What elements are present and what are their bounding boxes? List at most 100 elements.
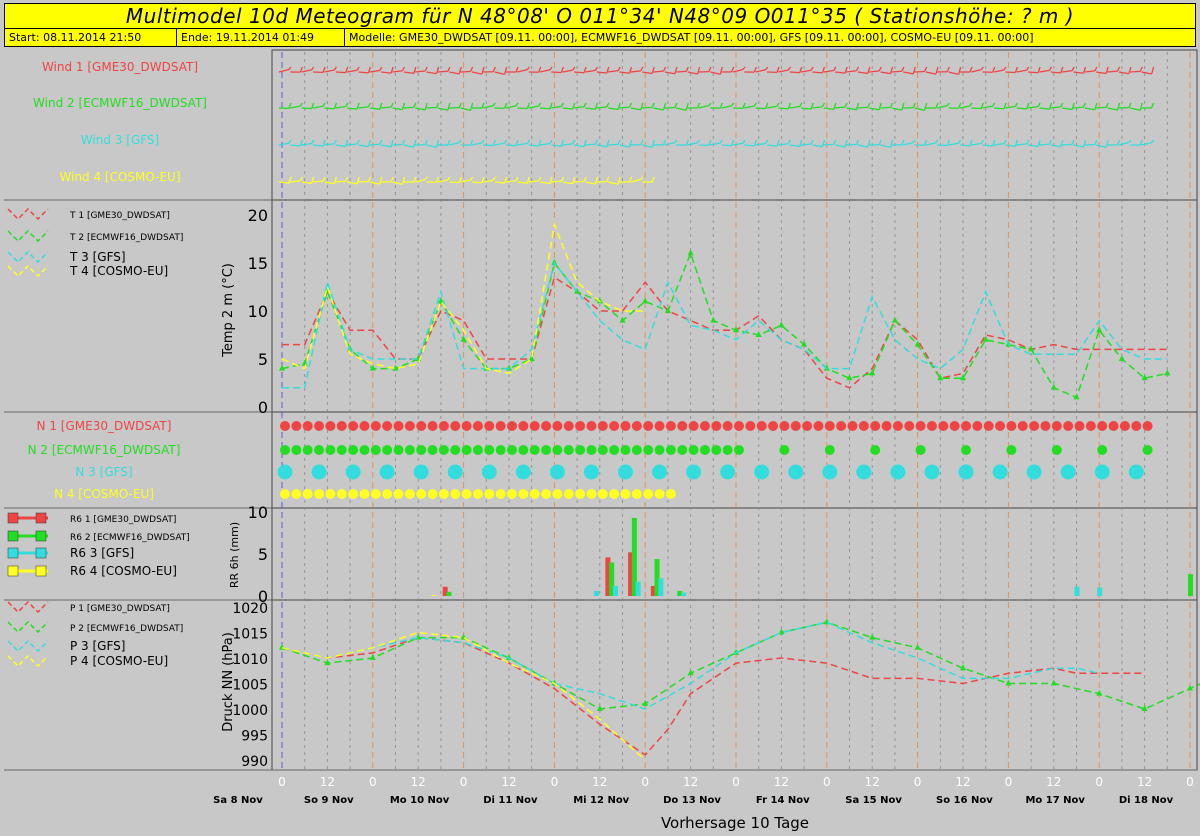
wind-barb: [880, 71, 891, 75]
cloud-cover-symbol: [881, 421, 892, 431]
hour-tick-label: 0: [1005, 775, 1013, 789]
pressure-point-marker: [914, 643, 921, 650]
cloud-cover-symbol: [688, 445, 699, 455]
cloud-cover-symbol: [734, 421, 744, 431]
wind-barb: [1116, 102, 1121, 111]
cloud-cover-symbol: [858, 421, 869, 431]
wind-barb: [630, 70, 641, 73]
wind-barb: [912, 102, 916, 109]
wind-barb: [1139, 66, 1143, 72]
cloud-cover-symbol: [631, 421, 642, 431]
wind-barb: [369, 143, 380, 146]
cloud-cover-symbol: [472, 445, 483, 455]
temp-y-tick: 10: [248, 302, 268, 321]
hour-tick-label: 12: [592, 775, 607, 789]
wind-barb: [946, 66, 950, 73]
wind-barb: [765, 66, 769, 71]
wind-barb: [299, 176, 303, 182]
wind-barb: [901, 66, 905, 72]
wind-barb: [969, 102, 973, 107]
wind-barb: [1062, 69, 1073, 73]
wind-barb: [903, 71, 914, 75]
wind-barb: [335, 105, 346, 109]
wind-barb: [992, 102, 996, 107]
cloud-legend-label: N 4 [COSMO-EU]: [54, 487, 154, 501]
wind-barb: [880, 144, 891, 149]
wind-barb: [857, 106, 868, 109]
wind-barb: [619, 106, 630, 109]
wind-barb: [833, 139, 837, 145]
wind-barb: [515, 102, 519, 107]
day-label: Sa 15 Nov: [845, 795, 902, 806]
cloud-cover-symbol: [416, 445, 427, 455]
cloud-cover-symbol: [822, 464, 838, 480]
cloud-cover-symbol: [643, 489, 654, 499]
pressure-legend-label: P 3 [GFS]: [70, 639, 125, 653]
cloud-cover-symbol: [643, 421, 654, 431]
wind-barb: [562, 107, 573, 110]
wind-barb: [1150, 102, 1155, 109]
wind-barb: [538, 102, 542, 107]
wind-barb: [1141, 71, 1152, 75]
wind-barb: [469, 102, 474, 111]
cloud-cover-symbol: [325, 445, 336, 455]
wind-barb: [1150, 66, 1155, 75]
rain-legend-label: R6 3 [GFS]: [70, 546, 134, 560]
wind-barb: [787, 66, 791, 71]
cloud-cover-symbol: [515, 464, 531, 480]
cloud-cover-symbol: [609, 445, 620, 455]
wind-barb: [810, 66, 814, 71]
wind-barb: [401, 102, 406, 110]
cloud-cover-symbol: [597, 445, 608, 455]
temp-y-tick: 15: [248, 254, 268, 273]
hour-tick-label: 12: [865, 775, 880, 789]
wind-barb: [583, 176, 587, 182]
wind-barb: [401, 139, 406, 145]
wind-barb: [855, 66, 860, 72]
wind-barb: [846, 143, 857, 146]
cloud-cover-symbol: [924, 464, 940, 480]
cloud-cover-symbol: [549, 464, 565, 480]
pressure-legend-swatch: [7, 654, 49, 668]
wind-barb: [335, 180, 346, 183]
wind-barb: [925, 71, 937, 75]
cloud-cover-symbol: [768, 421, 779, 431]
wind-barb: [867, 102, 871, 108]
wind-barb: [912, 139, 916, 144]
day-label: Di 11 Nov: [483, 795, 538, 806]
cloud-cover-symbol: [597, 421, 608, 431]
wind-barb: [608, 107, 619, 111]
cloud-cover-symbol: [620, 421, 631, 431]
cloud-cover-symbol: [447, 464, 463, 480]
wind-barb: [732, 142, 744, 146]
cloud-cover-symbol: [870, 421, 881, 431]
cloud-cover-symbol: [847, 421, 858, 431]
wind-barb: [517, 181, 528, 184]
cloud-cover-symbol: [518, 489, 529, 499]
wind-legend-label: Wind 1 [GME30_DWDSAT]: [42, 60, 198, 74]
cloud-cover-symbol: [427, 489, 438, 499]
wind-barb: [288, 139, 292, 144]
cloud-cover-symbol: [370, 421, 381, 431]
wind-barb: [914, 70, 925, 73]
cloud-cover-symbol: [597, 489, 608, 499]
wind-barb: [1141, 142, 1152, 146]
cloud-cover-symbol: [1029, 421, 1040, 431]
wind-barb: [560, 176, 564, 182]
wind-barb: [424, 139, 428, 146]
cloud-cover-symbol: [1097, 445, 1108, 455]
day-label: Sa 8 Nov: [213, 795, 263, 806]
cloud-cover-symbol: [280, 445, 290, 455]
wind-barb: [766, 144, 778, 147]
cloud-cover-symbol: [552, 489, 563, 499]
wind-barb: [653, 70, 664, 73]
cloud-cover-symbol: [495, 445, 506, 455]
wind-barb: [685, 102, 689, 111]
wind-barb: [356, 66, 360, 71]
wind-barb: [335, 144, 346, 148]
wind-barb: [642, 144, 653, 148]
wind-barb: [324, 143, 335, 146]
wind-barb: [528, 144, 539, 147]
temp-legend-label: T 2 [ECMWF16_DWDSAT]: [69, 233, 183, 243]
wind-barb: [312, 105, 324, 109]
